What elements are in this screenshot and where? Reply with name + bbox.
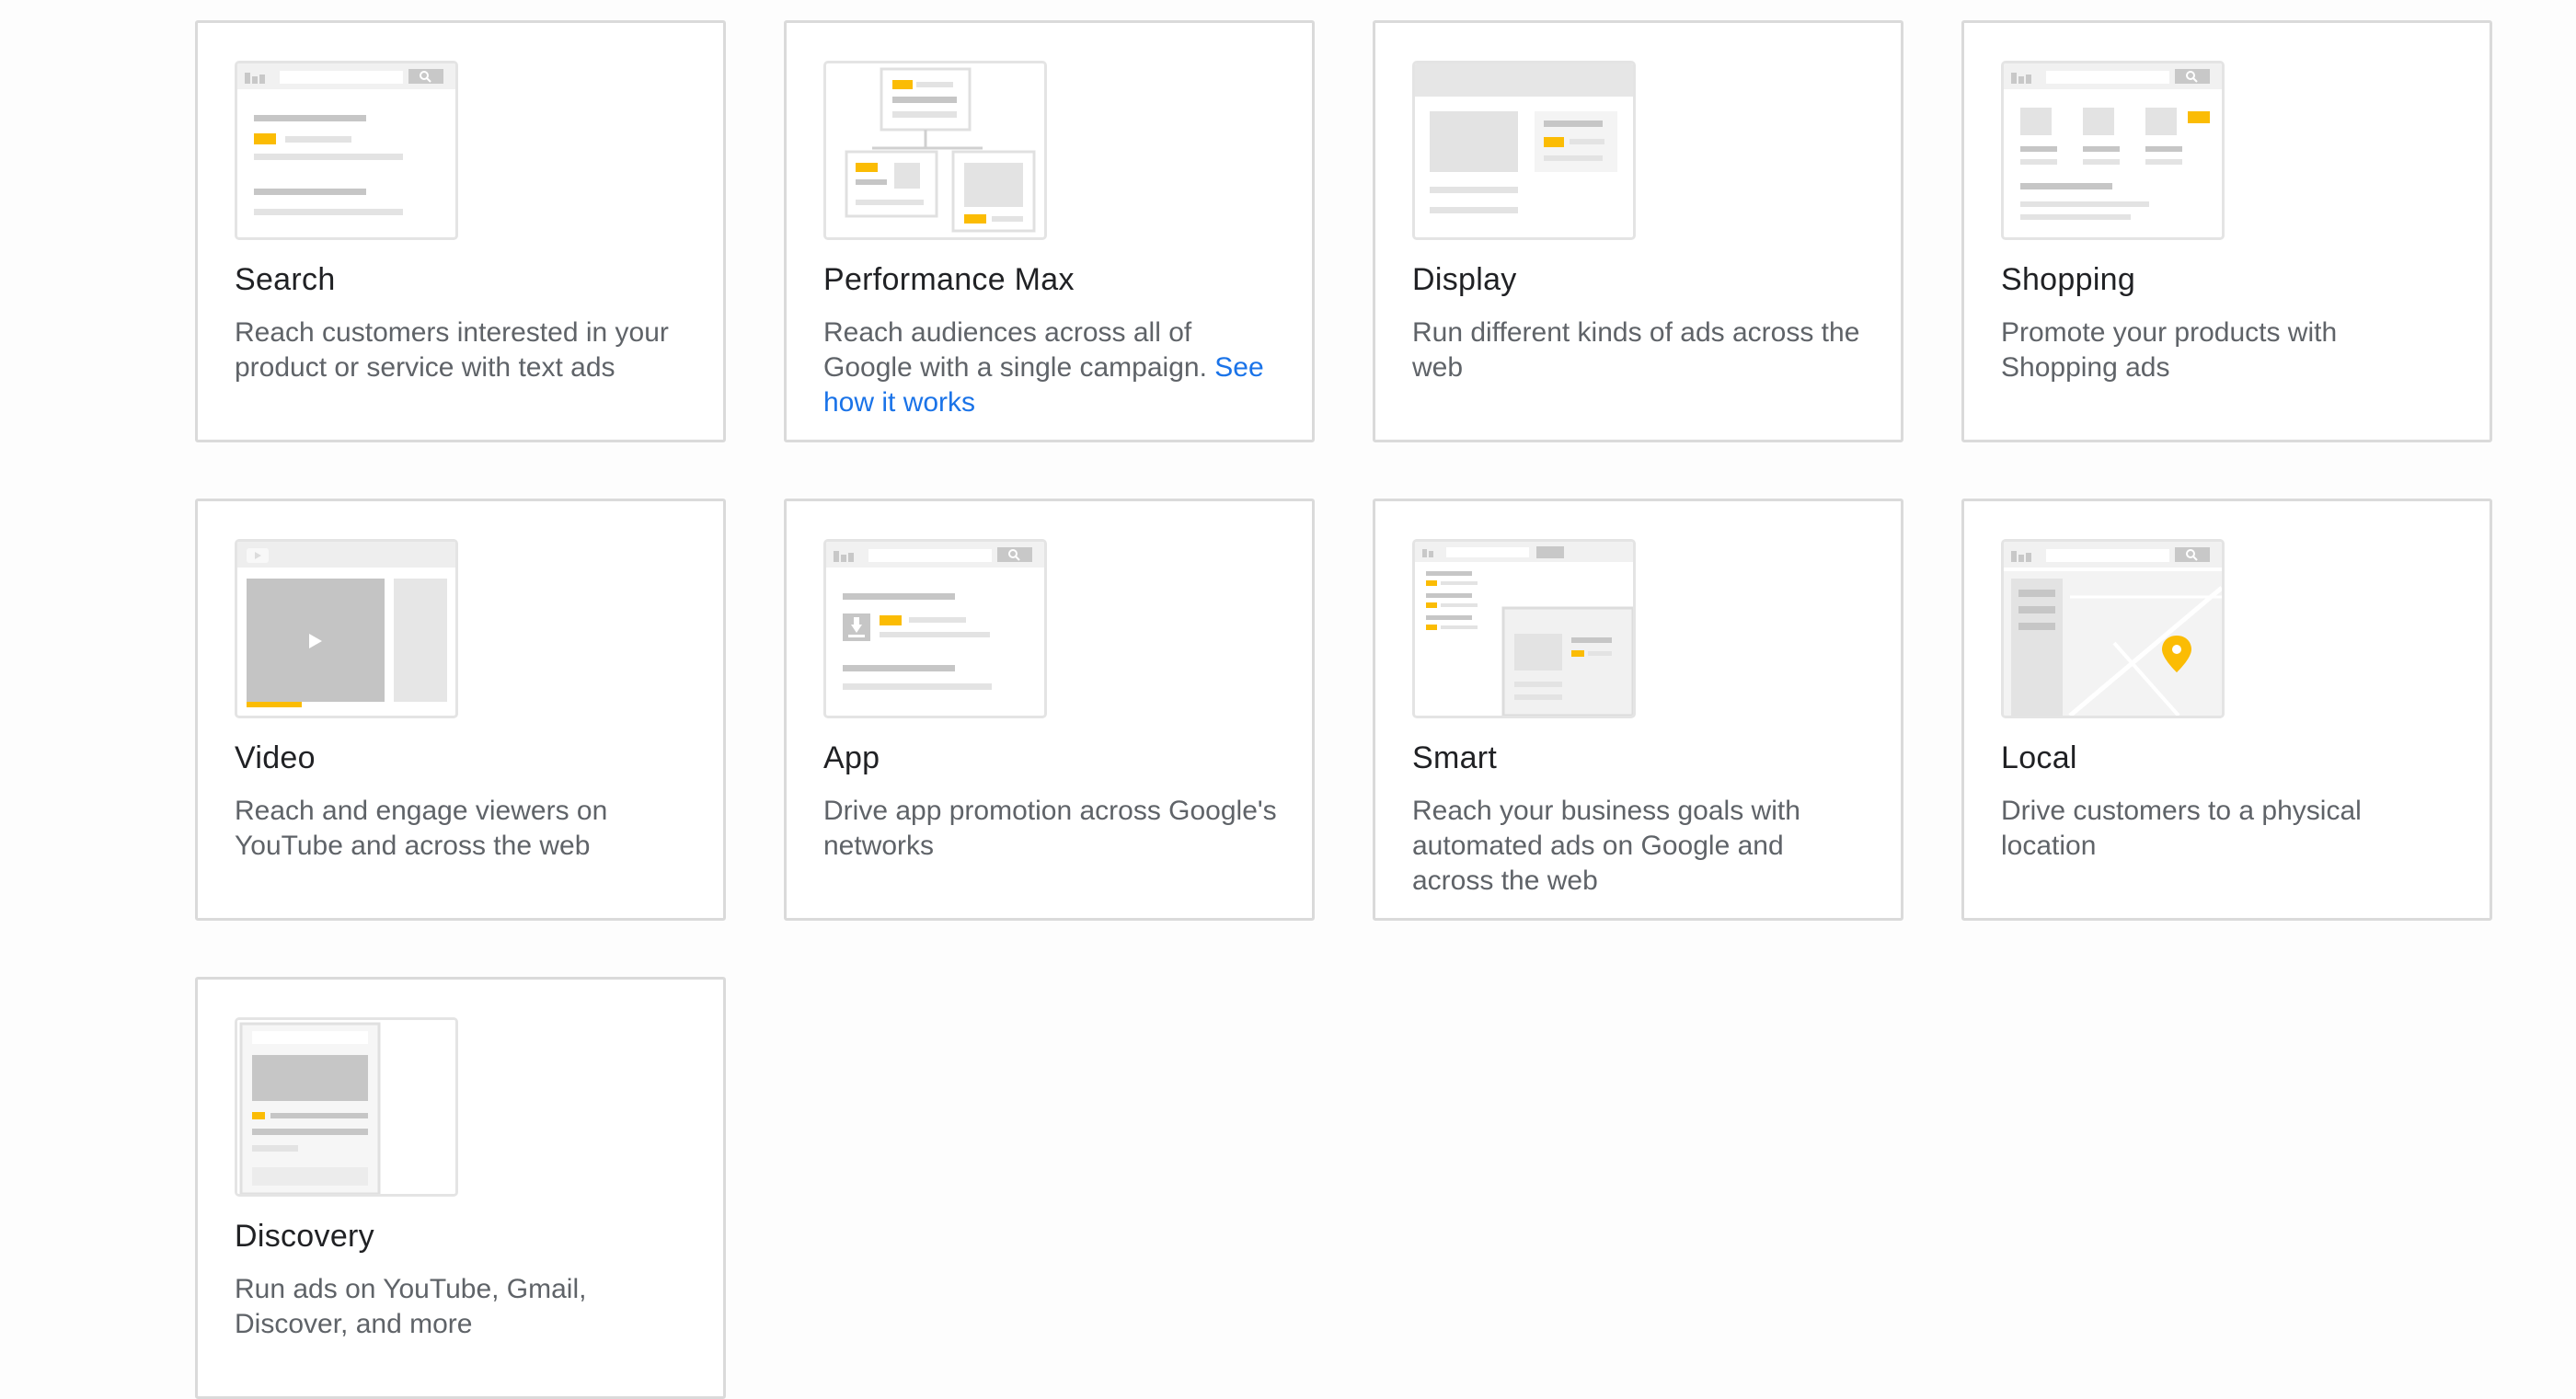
local-illustration-icon (2001, 539, 2225, 718)
card-description: Run different kinds of ads across the we… (1412, 317, 1860, 383)
campaign-card-app[interactable]: App Drive app promotion across Google's … (784, 499, 1315, 921)
campaign-card-smart[interactable]: Smart Reach your business goals with aut… (1373, 499, 1903, 921)
search-illustration-icon (235, 61, 458, 240)
display-illustration-icon (1412, 61, 1636, 240)
card-description: Reach your business goals with automated… (1412, 796, 1800, 896)
card-title: Search (235, 262, 336, 297)
card-title: Local (2001, 740, 2077, 775)
card-description: Run ads on YouTube, Gmail, Discover, and… (235, 1274, 587, 1339)
campaign-card-search[interactable]: Search Reach customers interested in you… (195, 20, 726, 442)
card-title: Video (235, 740, 316, 775)
video-illustration-icon (235, 539, 458, 718)
card-title: Display (1412, 262, 1517, 297)
card-title: Shopping (2001, 262, 2136, 297)
card-description: Drive customers to a physical location (2001, 796, 2362, 861)
app-illustration-icon (823, 539, 1047, 718)
card-description: Reach customers interested in your produ… (235, 317, 669, 383)
card-title: Performance Max (823, 262, 1075, 297)
card-description: Promote your products with Shopping ads (2001, 317, 2338, 383)
campaign-card-local[interactable]: Local Drive customers to a physical loca… (1961, 499, 2492, 921)
campaign-card-performance-max[interactable]: Performance Max Reach audiences across a… (784, 20, 1315, 442)
card-description: Drive app promotion across Google's netw… (823, 796, 1277, 861)
campaign-card-shopping[interactable]: Shopping Promote your products with Shop… (1961, 20, 2492, 442)
campaign-card-discovery[interactable]: Discovery Run ads on YouTube, Gmail, Dis… (195, 977, 726, 1399)
performance-max-illustration-icon (823, 61, 1047, 240)
card-description: Reach audiences across all of Google wit… (823, 317, 1264, 418)
card-description: Reach and engage viewers on YouTube and … (235, 796, 608, 861)
shopping-illustration-icon (2001, 61, 2225, 240)
card-title: Discovery (235, 1219, 374, 1254)
card-title: App (823, 740, 880, 775)
card-title: Smart (1412, 740, 1498, 775)
discovery-illustration-icon (235, 1017, 458, 1197)
campaign-card-display[interactable]: Display Run different kinds of ads acros… (1373, 20, 1903, 442)
campaign-card-video[interactable]: Video Reach and engage viewers on YouTub… (195, 499, 726, 921)
smart-illustration-icon (1412, 539, 1636, 718)
